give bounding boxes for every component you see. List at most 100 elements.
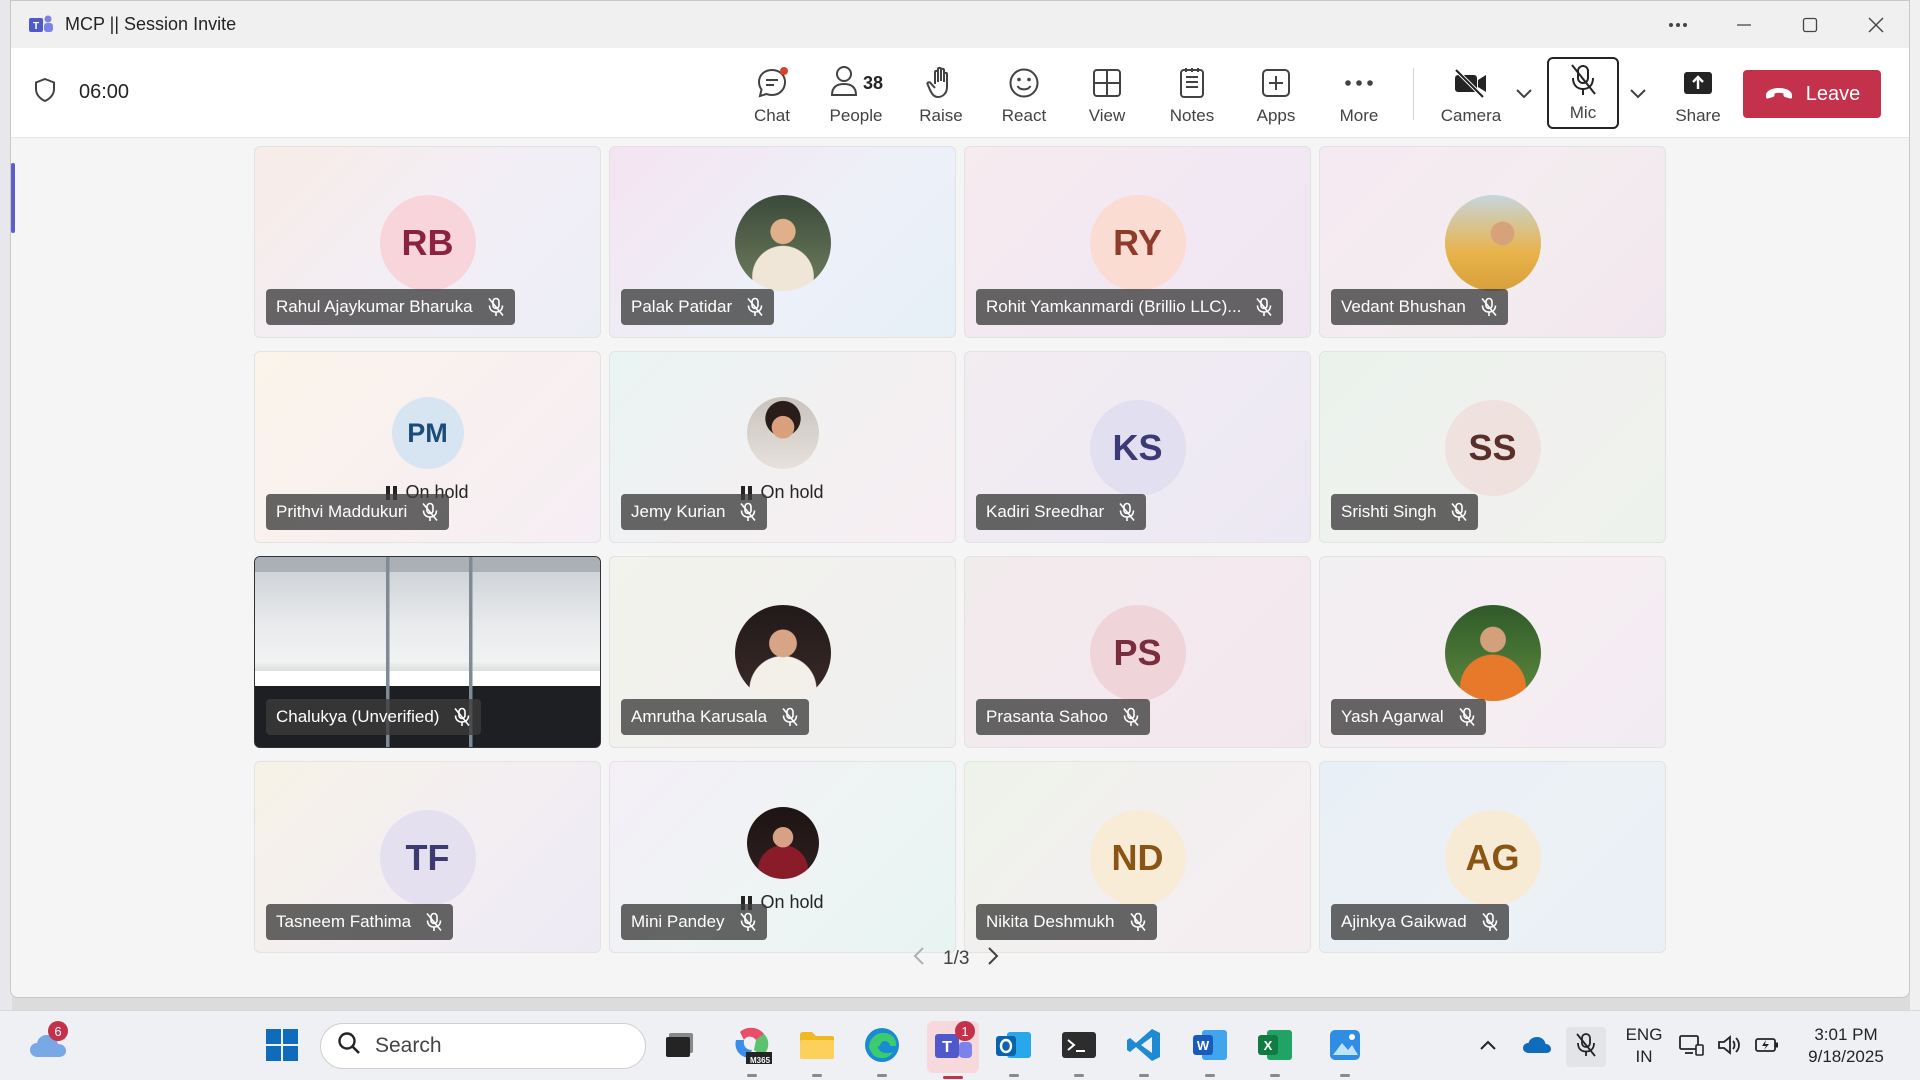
meeting-toolbar: 06:00 Chat 38 People Raise React View No… [11, 48, 1909, 138]
people-count: 38 [862, 72, 884, 93]
avatar-photo [1444, 605, 1541, 701]
participant-tile[interactable]: PM On hold Prithvi Maddukuri [254, 351, 601, 543]
on-hold-label: On hold [760, 892, 824, 912]
participant-name: Ajinkya Gaikwad [1341, 912, 1467, 931]
start-button[interactable] [262, 1027, 302, 1067]
more-button[interactable]: More [1329, 58, 1389, 130]
more-options-icon[interactable] [1645, 1, 1711, 48]
terminal-icon [1061, 1030, 1097, 1065]
participant-tile[interactable]: SS Srishti Singh [1319, 351, 1666, 543]
excel-app[interactable]: X [1255, 1027, 1295, 1077]
participant-tile[interactable]: RY Rohit Yamkanmardi (Brillio LLC)... [964, 146, 1311, 338]
avatar: PM [391, 397, 464, 469]
camera-options-chevron[interactable] [1511, 78, 1537, 108]
raise-hand-icon [926, 64, 956, 102]
avatar-photo [746, 807, 819, 879]
page-indicator: 1/3 [943, 948, 970, 969]
react-label: React [1001, 106, 1047, 125]
participant-name-tag: Yash Agarwal [1331, 699, 1486, 735]
participant-name: Prithvi Maddukuri [276, 502, 408, 521]
participant-name: Prasanta Sahoo [986, 707, 1108, 726]
running-indicator [747, 1074, 757, 1077]
participant-tile[interactable]: On hold Mini Pandey [609, 761, 956, 953]
weather-widget[interactable]: 6 [28, 1021, 68, 1067]
chat-button[interactable]: Chat [741, 58, 803, 130]
m365-app[interactable]: M365 [732, 1027, 772, 1077]
apps-button[interactable]: Apps [1246, 58, 1306, 130]
avatar: KS [1089, 400, 1186, 496]
maximize-icon[interactable] [1777, 1, 1843, 48]
participant-tile[interactable]: KS Kadiri Sreedhar [964, 351, 1311, 543]
avatar: TF [379, 810, 476, 906]
network-icon [1678, 1033, 1704, 1062]
minimize-icon[interactable] [1711, 1, 1777, 48]
raise-hand-button[interactable]: Raise [911, 58, 971, 130]
participant-tile[interactable]: PS Prasanta Sahoo [964, 556, 1311, 748]
clock[interactable]: 3:01 PM 9/18/2025 [1796, 1024, 1896, 1068]
avatar: SS [1444, 400, 1541, 496]
view-button[interactable]: View [1077, 58, 1137, 130]
next-page-icon[interactable] [987, 946, 999, 972]
terminal-app[interactable] [1059, 1027, 1099, 1077]
participant-tile[interactable]: Amrutha Karusala [609, 556, 956, 748]
show-hidden-icons[interactable] [1468, 1027, 1508, 1067]
photos-app[interactable] [1325, 1027, 1365, 1077]
running-indicator [1270, 1074, 1280, 1077]
participant-tile[interactable]: Chalukya (Unverified) [254, 556, 601, 748]
teams-app[interactable]: T 1 [927, 1021, 979, 1079]
onedrive-cloud-icon [1522, 1035, 1552, 1060]
participant-tile[interactable]: TF Tasneem Fathima [254, 761, 601, 953]
edge-app[interactable] [862, 1027, 902, 1077]
word-app[interactable]: W [1190, 1027, 1230, 1077]
participant-tile[interactable]: Palak Patidar [609, 146, 956, 338]
participant-tile[interactable]: RB Rahul Ajaykumar Bharuka [254, 146, 601, 338]
participant-name: Mini Pandey [631, 912, 725, 931]
svg-text:W: W [1197, 1038, 1210, 1053]
close-icon[interactable] [1843, 1, 1909, 48]
vscode-app[interactable] [1124, 1027, 1164, 1077]
leave-button[interactable]: Leave [1743, 70, 1881, 118]
language-text: ENG [1625, 1025, 1663, 1044]
avatar-photo [734, 195, 831, 291]
notes-button[interactable]: Notes [1161, 58, 1223, 130]
share-button[interactable]: Share [1665, 58, 1731, 130]
people-button[interactable]: 38 People [823, 58, 889, 130]
vscode-icon [1126, 1027, 1162, 1068]
mic-muted-icon [421, 502, 439, 522]
participant-tile[interactable]: AG Ajinkya Gaikwad [1319, 761, 1666, 953]
participant-tile[interactable]: Yash Agarwal [1319, 556, 1666, 748]
participant-name-tag: Ajinkya Gaikwad [1331, 904, 1509, 940]
participant-tile[interactable]: On hold Jemy Kurian [609, 351, 956, 543]
svg-text:T: T [33, 21, 39, 32]
folder-icon [798, 1029, 836, 1066]
avatar-photo [746, 397, 819, 469]
previous-page-icon[interactable] [913, 946, 925, 972]
participant-tile[interactable]: ND Nikita Deshmukh [964, 761, 1311, 953]
camera-button[interactable]: Camera [1431, 58, 1511, 130]
react-button[interactable]: React [993, 58, 1055, 130]
system-tray-status[interactable] [1678, 1027, 1778, 1067]
mic-muted-icon [1450, 502, 1468, 522]
mic-button[interactable]: Mic [1547, 57, 1619, 129]
search-icon [337, 1031, 361, 1061]
people-label: People [829, 106, 883, 125]
language-indicator[interactable]: ENG IN [1620, 1024, 1668, 1068]
taskbar-search[interactable]: Search [320, 1023, 646, 1069]
teams-app-icon: T [29, 14, 53, 36]
task-view-button[interactable] [660, 1027, 700, 1067]
mic-muted-icon [1481, 912, 1499, 932]
outlook-app[interactable] [994, 1027, 1034, 1077]
running-indicator [812, 1074, 822, 1077]
svg-text:X: X [1264, 1038, 1273, 1053]
participant-name: Yash Agarwal [1341, 707, 1444, 726]
participant-tile[interactable]: Vedant Bhushan [1319, 146, 1666, 338]
mic-tray[interactable] [1566, 1027, 1606, 1067]
participant-name-tag: Kadiri Sreedhar [976, 494, 1147, 530]
participant-name: Rohit Yamkanmardi (Brillio LLC)... [986, 297, 1242, 316]
mic-options-chevron[interactable] [1625, 78, 1651, 108]
onedrive-tray[interactable] [1517, 1027, 1557, 1067]
file-explorer-app[interactable] [797, 1027, 837, 1077]
apps-label: Apps [1256, 106, 1296, 125]
participant-name: Nikita Deshmukh [986, 912, 1115, 931]
more-label: More [1339, 106, 1379, 125]
